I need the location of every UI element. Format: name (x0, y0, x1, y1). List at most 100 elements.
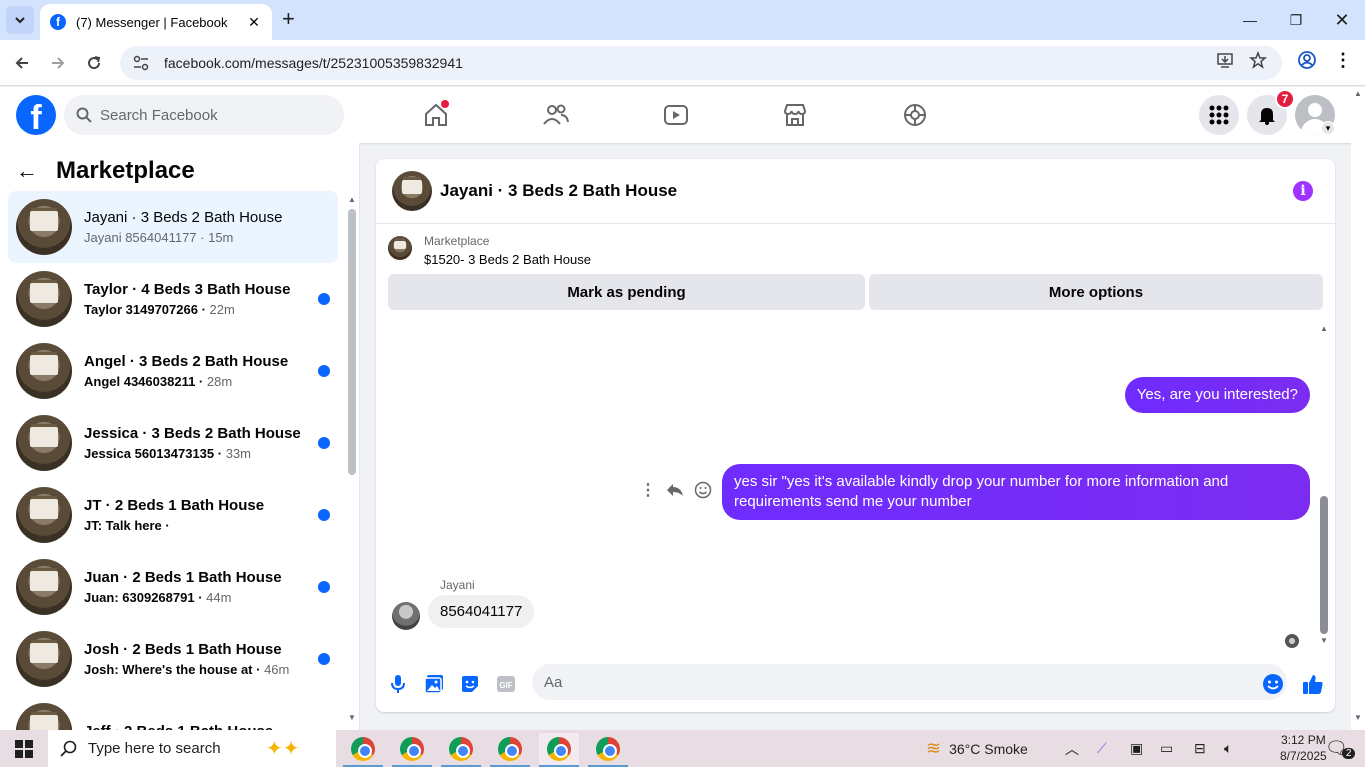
page-scrollbar[interactable]: ▲ ▼ (1351, 87, 1365, 730)
close-tab-icon[interactable]: ✕ (246, 14, 262, 31)
chat-title[interactable]: Jayani · 3 Beds 2 Bath House (440, 181, 677, 201)
reply-icon[interactable] (666, 482, 684, 498)
sticker-button[interactable] (458, 672, 482, 696)
chevron-down-icon (15, 17, 25, 24)
message-input-box[interactable] (532, 664, 1287, 700)
network-icon[interactable]: ⊟ (1194, 730, 1206, 767)
listing-thumbnail[interactable] (388, 236, 412, 260)
conversation-item[interactable]: Jessica · 3 Beds 2 Bath House Jessica 560… (8, 407, 338, 479)
profile-icon[interactable] (1295, 48, 1319, 72)
notification-center-button[interactable]: 🗨︎ 2 (1325, 730, 1356, 767)
tab-search-dropdown[interactable] (6, 6, 34, 34)
taskbar-chrome-3[interactable] (441, 733, 481, 767)
home-notification-dot (441, 100, 449, 108)
facebook-search-box[interactable] (64, 95, 344, 135)
voice-clip-button[interactable] (386, 672, 410, 696)
forward-button[interactable] (45, 50, 71, 76)
scrollbar-thumb[interactable] (1320, 496, 1328, 634)
facebook-logo-icon[interactable]: f (16, 95, 56, 135)
start-button[interactable] (0, 730, 48, 767)
emoji-button[interactable] (1261, 672, 1285, 696)
conversation-text: Angel · 3 Beds 2 Bath House Angel 4346038… (84, 353, 288, 389)
info-icon[interactable]: i (1293, 181, 1313, 201)
conversation-item[interactable]: Josh · 2 Beds 1 Bath House Josh: Where's … (8, 623, 338, 695)
gif-button[interactable]: GIF (494, 672, 518, 696)
conversation-item[interactable]: Angel · 3 Beds 2 Bath House Angel 4346038… (8, 335, 338, 407)
more-options-button[interactable]: More options (869, 274, 1323, 310)
browser-menu-icon[interactable]: ⋮ (1331, 48, 1355, 72)
preview-text: Juan: 6309268791 (84, 590, 195, 605)
scroll-down-arrow-icon[interactable]: ▼ (347, 713, 357, 722)
back-arrow-icon[interactable]: ← (16, 158, 48, 184)
taskbar-search[interactable]: Type here to search ✦✦ (48, 730, 336, 767)
microphone-icon (391, 675, 405, 693)
react-emoji-icon[interactable] (694, 481, 712, 499)
show-hidden-icons-button[interactable]: ︿ (1065, 730, 1079, 767)
weather-widget[interactable]: ≋ 36°C Smoke (926, 730, 1028, 767)
conversation-name: Angel · 3 Beds 2 Bath House (84, 353, 289, 370)
nav-gaming[interactable] (895, 95, 935, 135)
conversation-item[interactable]: Juan · 2 Beds 1 Bath House Juan: 63092687… (8, 551, 338, 623)
nav-friends[interactable] (536, 95, 576, 135)
conversation-text: Juan · 2 Beds 1 Bath House Juan: 63092687… (84, 569, 282, 605)
install-app-icon[interactable] (1213, 48, 1237, 72)
more-actions-icon[interactable]: ⋮ (640, 480, 656, 500)
outgoing-message[interactable]: yes sir "yes it's available kindly drop … (722, 464, 1310, 520)
minimize-button[interactable]: — (1227, 0, 1273, 40)
attach-photo-button[interactable] (422, 672, 446, 696)
nav-home[interactable] (416, 95, 456, 135)
taskbar-chrome-5[interactable] (539, 733, 579, 767)
nav-video[interactable] (656, 95, 696, 135)
battery-icon[interactable]: ▭ (1160, 730, 1173, 767)
scroll-up-arrow-icon[interactable]: ▲ (1353, 89, 1363, 98)
listing-price[interactable]: $1520- 3 Beds 2 Bath House (424, 252, 591, 267)
reload-button[interactable] (81, 50, 107, 76)
bookmark-star-icon[interactable] (1246, 48, 1270, 72)
chevron-up-icon: ︿ (1065, 740, 1079, 757)
scroll-up-arrow-icon[interactable]: ▲ (347, 195, 357, 204)
conversation-item[interactable]: Jeff · 2 Beds 1 Bath House (8, 695, 338, 730)
meet-now-icon[interactable]: ▣ (1130, 730, 1143, 767)
incoming-message[interactable]: 8564041177 (428, 595, 535, 628)
conversation-item[interactable]: Taylor · 4 Beds 3 Bath House Taylor 31497… (8, 263, 338, 335)
scroll-down-arrow-icon[interactable]: ▼ (1319, 636, 1329, 645)
facebook-search-input[interactable] (100, 106, 320, 124)
message-input[interactable] (544, 673, 1234, 691)
nav-marketplace[interactable] (775, 95, 815, 135)
conversation-item[interactable]: JT · 2 Beds 1 Bath House JT: Talk here · (8, 479, 338, 551)
conversation-scrollbar[interactable]: ▲ ▼ (347, 195, 357, 725)
notifications-button[interactable]: 7 (1247, 89, 1295, 135)
search-icon (60, 740, 77, 757)
taskbar-chrome-6[interactable] (588, 733, 628, 767)
back-button[interactable] (9, 50, 35, 76)
panel-title: Marketplace (56, 157, 195, 184)
taskbar-chrome-2[interactable] (392, 733, 432, 767)
listing-label: Marketplace (424, 234, 490, 248)
like-button[interactable] (1301, 672, 1325, 696)
account-caret-icon[interactable]: ▾ (1321, 121, 1335, 135)
conversation-item[interactable]: Jayani · 3 Beds 2 Bath House Jayani 85640… (8, 191, 338, 263)
close-window-button[interactable]: ✕ (1319, 0, 1365, 40)
scrollbar-thumb[interactable] (348, 209, 356, 475)
taskbar-chrome-1[interactable] (343, 733, 383, 767)
browser-tab[interactable]: f (7) Messenger | Facebook ✕ (40, 4, 272, 40)
sender-avatar[interactable] (392, 602, 420, 630)
outgoing-message[interactable]: Yes, are you interested? (1124, 377, 1310, 413)
taskbar-chrome-4[interactable] (490, 733, 530, 767)
menu-button[interactable] (1199, 95, 1239, 135)
seen-receipt-avatar (1285, 634, 1299, 648)
notif-center-count: 2 (1341, 748, 1356, 759)
restore-button[interactable]: ❐ (1273, 0, 1319, 40)
new-tab-button[interactable]: + (282, 8, 302, 32)
site-settings-icon[interactable] (132, 54, 150, 72)
chat-listing-thumbnail[interactable] (392, 171, 432, 211)
taskbar-clock[interactable]: 3:12 PM 8/7/2025 (1280, 732, 1327, 764)
volume-icon[interactable]: 🔈︎ (1224, 730, 1232, 767)
scroll-up-arrow-icon[interactable]: ▲ (1319, 324, 1329, 333)
scroll-down-arrow-icon[interactable]: ▼ (1353, 713, 1363, 722)
pen-icon[interactable]: ⟋ (1097, 730, 1107, 767)
conversation-text: Josh · 2 Beds 1 Bath House Josh: Where's … (84, 641, 289, 677)
address-bar[interactable]: facebook.com/messages/t/2523100535983294… (120, 46, 1282, 80)
mark-pending-button[interactable]: Mark as pending (388, 274, 865, 310)
thread-scrollbar[interactable]: ▲ ▼ (1319, 324, 1329, 645)
